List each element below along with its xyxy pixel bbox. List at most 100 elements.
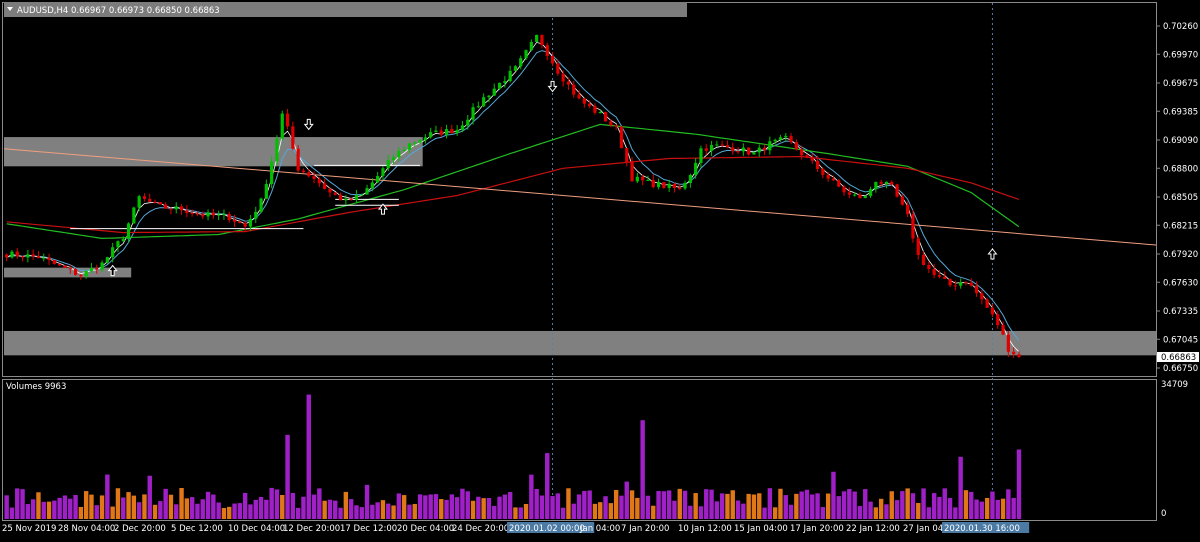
volume-bar xyxy=(338,507,343,519)
candle-body xyxy=(996,314,1000,326)
volume-bar xyxy=(30,499,36,519)
candle-body xyxy=(900,196,904,205)
volume-bar xyxy=(301,496,306,519)
volume-bar xyxy=(423,495,428,519)
candle-body xyxy=(959,282,963,286)
candle-body xyxy=(455,129,459,134)
volume-bar xyxy=(497,496,502,519)
candle-body xyxy=(227,214,231,220)
candle-body xyxy=(418,140,422,143)
candle-body xyxy=(927,264,931,269)
volume-bar xyxy=(9,507,15,519)
volume-bar xyxy=(460,488,465,519)
candle-body xyxy=(651,179,655,188)
volume-bar xyxy=(608,503,614,519)
volume-bar xyxy=(280,494,285,519)
time-label: 2 Dec 20:00 xyxy=(114,524,166,534)
candle-body xyxy=(360,194,364,196)
candle-body xyxy=(206,212,210,217)
candle-body xyxy=(280,113,284,139)
volume-bar xyxy=(852,491,857,519)
volume-bar xyxy=(1000,498,1006,519)
zone-rect xyxy=(4,137,423,167)
volume-bar xyxy=(656,490,661,519)
volume-bar xyxy=(502,494,508,519)
volume-bar xyxy=(179,487,184,519)
candle-body xyxy=(529,41,533,51)
candle-body xyxy=(566,81,571,85)
volume-bar xyxy=(248,504,253,519)
volume-bar xyxy=(253,499,258,519)
time-label: 27 Jan 04: xyxy=(903,524,946,534)
candle-body xyxy=(10,251,14,258)
candle-body xyxy=(444,129,449,135)
candle-body xyxy=(588,103,592,107)
candle-body xyxy=(879,182,883,184)
candle-body xyxy=(26,254,30,258)
volume-bar xyxy=(78,506,84,519)
volume-bar xyxy=(714,501,720,519)
candle-body xyxy=(800,149,804,156)
volume-bar xyxy=(836,496,841,519)
volume-bar xyxy=(937,496,942,519)
candle-body xyxy=(132,207,136,224)
chart-canvas[interactable]: AUDUSD,H4 0.66967 0.66973 0.66850 0.6686… xyxy=(0,0,1200,538)
candle-body xyxy=(884,181,889,184)
volume-bar xyxy=(587,490,592,519)
chart-window[interactable]: AUDUSD,H4 0.66967 0.66973 0.66850 0.6686… xyxy=(0,0,1200,538)
volume-bar xyxy=(396,493,402,519)
candle-body xyxy=(222,214,226,216)
volume-bar xyxy=(41,501,46,519)
price-tick-label: 0.68215 xyxy=(1163,221,1198,231)
candle-body xyxy=(84,271,88,277)
volume-bar xyxy=(757,493,762,519)
candle-body xyxy=(980,293,984,300)
candle-body xyxy=(837,180,841,187)
volume-bar xyxy=(465,491,470,519)
volume-bar xyxy=(375,502,380,519)
volume-bar xyxy=(444,499,449,519)
volume-bar xyxy=(788,504,794,519)
volume-bar xyxy=(311,494,317,519)
volume-bar xyxy=(958,456,963,519)
candle-body xyxy=(736,151,740,153)
candle-body xyxy=(169,208,173,210)
volume-bar xyxy=(147,475,152,519)
volume-bar xyxy=(545,453,550,519)
candle-body xyxy=(1001,325,1005,335)
candle-body xyxy=(31,254,35,257)
candle-body xyxy=(217,214,221,216)
volume-bar xyxy=(237,503,243,519)
volume-bar xyxy=(831,471,836,519)
candle-body xyxy=(195,213,200,215)
volume-bar xyxy=(306,394,311,519)
candle-body xyxy=(874,182,878,190)
volume-bar xyxy=(592,503,598,519)
candle-body xyxy=(826,174,830,179)
candle-body xyxy=(598,112,602,114)
time-label: 17 Dec 12:00 xyxy=(340,524,397,534)
candle-body xyxy=(301,170,306,173)
candle-body xyxy=(603,112,608,122)
candle-body xyxy=(863,195,867,198)
volume-bar xyxy=(905,488,910,519)
candle-body xyxy=(153,201,157,203)
volume-bar xyxy=(232,503,237,519)
candle-body xyxy=(190,213,194,215)
candle-body xyxy=(656,182,661,188)
volume-bar xyxy=(433,494,439,519)
volume-bar xyxy=(200,499,205,519)
candle-body xyxy=(715,144,719,146)
candle-body xyxy=(916,238,920,255)
volume-bar xyxy=(571,503,576,519)
candle-body xyxy=(540,34,544,46)
volume-bar xyxy=(121,497,126,519)
time-axis[interactable]: 25 Nov 2019 28 Nov 04:002 Dec 20:00 5 Dec … xyxy=(2,522,1030,534)
candle-body xyxy=(974,285,979,294)
candle-body xyxy=(270,161,274,184)
candle-body xyxy=(476,106,480,108)
volume-bar xyxy=(735,500,741,519)
candle-body xyxy=(815,160,820,169)
volume-bar xyxy=(317,488,322,519)
candle-body xyxy=(333,192,337,195)
